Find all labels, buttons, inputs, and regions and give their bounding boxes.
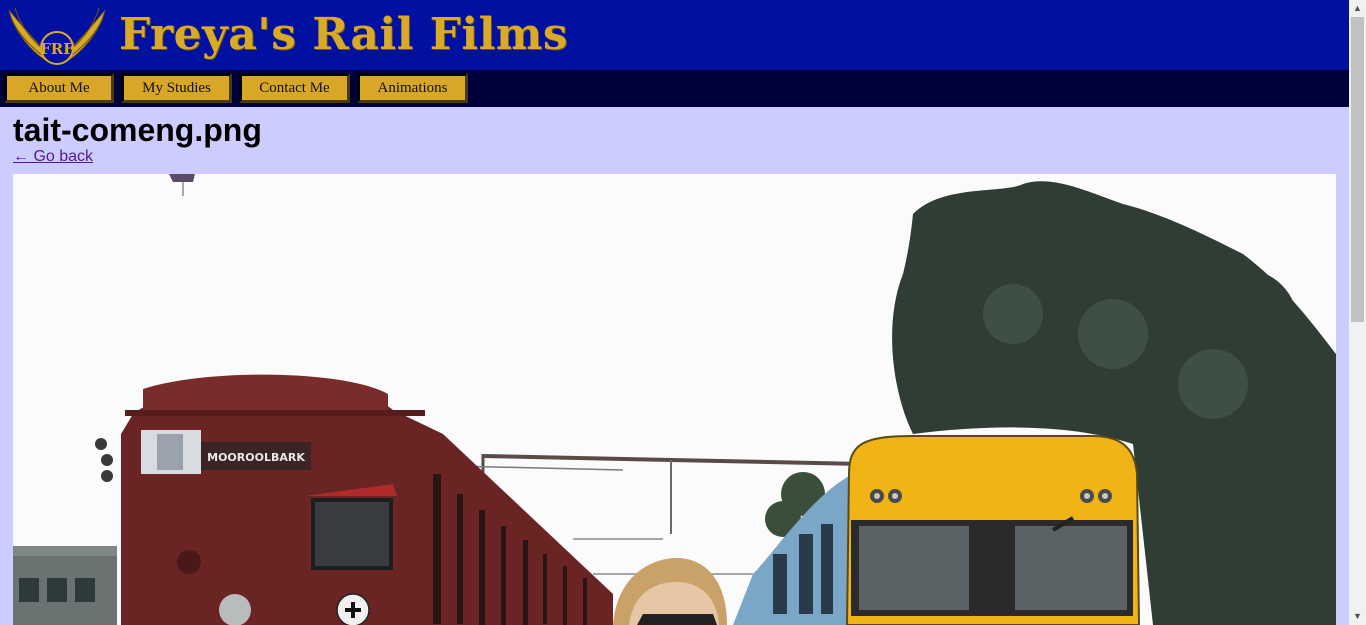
train-photo: MOOROOLBARK: [13, 174, 1336, 625]
scroll-thumb[interactable]: [1351, 17, 1364, 322]
site-title[interactable]: Freya's Rail Films: [119, 4, 568, 66]
page-title: tait-comeng.png: [13, 112, 262, 148]
winged-logo-icon[interactable]: FRF: [5, 4, 109, 68]
scroll-down-arrow-icon[interactable]: ▼: [1349, 608, 1366, 625]
site-header: FRF Freya's Rail Films: [0, 0, 1349, 70]
main-content: tait-comeng.png ← Go back: [13, 107, 1336, 166]
nav-contact-me-button[interactable]: Contact Me: [239, 73, 350, 103]
scroll-up-arrow-icon[interactable]: ▲: [1349, 0, 1366, 17]
photo-image: MOOROOLBARK: [13, 174, 1336, 625]
nav-bar: About Me My Studies Contact Me Animation…: [0, 70, 1349, 107]
page: FRF Freya's Rail Films About Me My Studi…: [0, 0, 1349, 625]
nav-about-me-button[interactable]: About Me: [4, 73, 114, 103]
go-back-link[interactable]: ← Go back: [13, 148, 93, 166]
vertical-scrollbar[interactable]: ▲ ▼: [1349, 0, 1366, 625]
nav-animations-button[interactable]: Animations: [357, 73, 468, 103]
nav-my-studies-button[interactable]: My Studies: [121, 73, 232, 103]
destination-sign: MOOROOLBARK: [207, 451, 305, 464]
logo-text: FRF: [40, 40, 74, 58]
